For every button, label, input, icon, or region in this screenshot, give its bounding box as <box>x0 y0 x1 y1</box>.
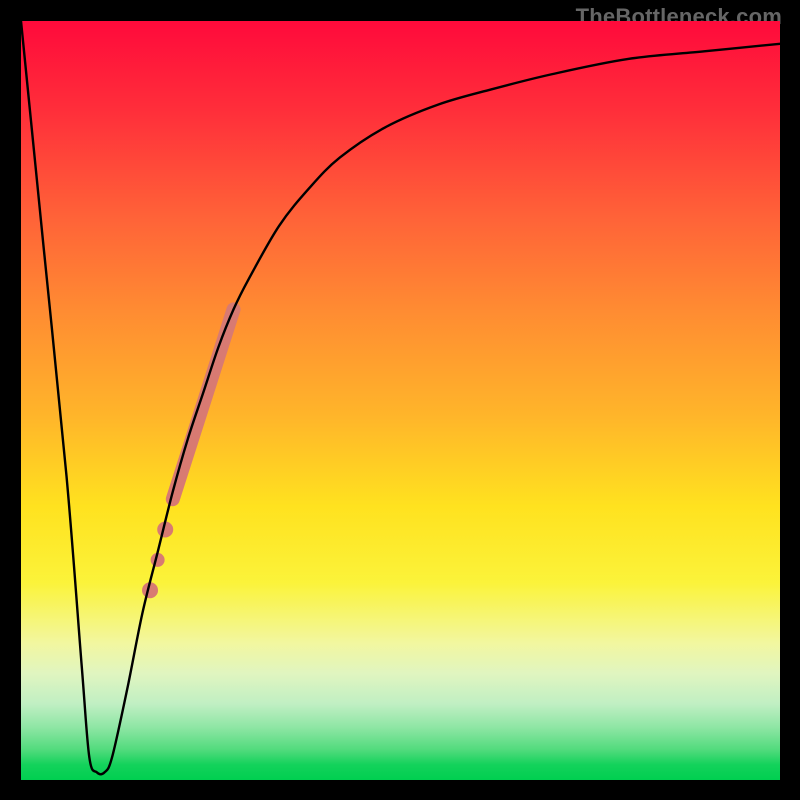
bottleneck-curve <box>21 21 780 774</box>
chart-frame: TheBottleneck.com <box>0 0 800 800</box>
highlight-segment <box>173 309 234 499</box>
curve-svg <box>21 21 780 780</box>
plot-area <box>21 21 780 780</box>
